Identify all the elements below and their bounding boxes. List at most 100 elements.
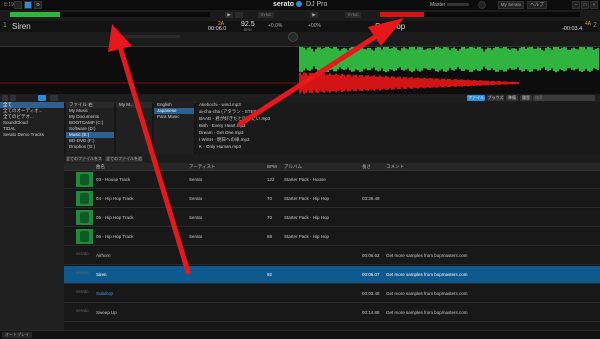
vinyl-icon[interactable] xyxy=(288,32,298,42)
my-serato-button[interactable]: My Serato xyxy=(498,1,524,9)
serato-art-icon: serato xyxy=(76,308,89,313)
close-icon[interactable]: × xyxy=(590,1,598,9)
cell-length: 00:14.88 xyxy=(362,310,380,315)
play-icon[interactable]: ▶ xyxy=(225,12,233,18)
deck-right-info: +00% Subdrop 4A -00:03.4 2 xyxy=(300,21,600,32)
play-icon[interactable]: ▶ xyxy=(310,12,318,18)
album-art-icon xyxy=(76,191,93,206)
folders-panel: English Japanese Para Music xyxy=(154,102,194,162)
brand-text: serato xyxy=(273,1,295,8)
column-length[interactable]: 長さ xyxy=(362,163,371,170)
sync-button-right[interactable]: SYNC xyxy=(345,12,361,18)
cue-button[interactable] xyxy=(235,12,243,18)
table-row[interactable]: serato Airhorn 00:06.62 Get more samples fr… xyxy=(64,247,600,265)
cell-title: 03 - House Track xyxy=(96,177,131,182)
file-item[interactable]: K - Only Human.mp3 xyxy=(196,144,600,151)
table-row[interactable]: 06 - Hip Hop Track Serato 68 Starter Pack -… xyxy=(64,228,600,246)
search-input[interactable] xyxy=(533,95,595,101)
table-row[interactable]: serato Sweep Up 00:14.88 Get more samples f… xyxy=(64,304,600,322)
table-row[interactable]: 05 - Hip Hop Track Serato 70 Starter Pack -… xyxy=(64,209,600,227)
cell-title: 04 - Hip Hop Track xyxy=(96,196,134,201)
waveform-area[interactable] xyxy=(0,46,600,96)
sync-button-left[interactable]: SYNC xyxy=(258,12,274,18)
deck-left-pitch: +0.0% xyxy=(268,23,283,29)
gear-icon[interactable]: ⚙ xyxy=(34,1,42,9)
table-row[interactable]: serato Subdrop 00:03.48 Get more samples fr… xyxy=(64,285,600,303)
browse-button[interactable]: ブラウズ xyxy=(487,95,504,101)
deck-number-1: 1 xyxy=(3,22,7,29)
deck-left-elapsed: 00:06.0 xyxy=(208,26,227,32)
layout-button[interactable] xyxy=(14,1,22,9)
album-view-icon[interactable] xyxy=(50,95,58,101)
cell-bpm: 70 xyxy=(267,196,273,201)
serato-art-icon: serato xyxy=(76,251,89,256)
master-volume-slider[interactable] xyxy=(447,3,469,6)
deck-view-button[interactable] xyxy=(24,1,32,9)
table-row[interactable]: 04 - Hip Hop Track Serato 70 Starter Pack -… xyxy=(64,190,600,208)
album-art-icon xyxy=(76,210,93,225)
autoplay-button[interactable]: オートプレイ xyxy=(2,332,32,338)
cell-title: Siren xyxy=(96,272,107,277)
cell-artist: Serato xyxy=(189,196,203,201)
cell-bpm: 122 xyxy=(267,177,275,182)
table-row[interactable]: 03 - House Track Serato 122 Starter Pack - … xyxy=(64,171,600,189)
add-files-button[interactable]: 全てのファイルを追加 xyxy=(105,156,143,167)
prepare-button[interactable]: 準備 xyxy=(506,95,518,101)
files-button[interactable]: ファイル xyxy=(467,95,485,101)
help-button[interactable]: ヘルプ xyxy=(527,1,547,9)
file-item[interactable]: Bish - Every Heart.mp3 xyxy=(196,123,600,130)
cell-title: 05 - Hip Hop Track xyxy=(96,215,134,220)
scan-files-button[interactable]: 全てのファイルをスキャン xyxy=(66,156,102,167)
add-subcrate-icon[interactable] xyxy=(10,95,16,101)
cell-title: Sweep Up xyxy=(96,310,117,315)
serato-art-icon: serato xyxy=(76,289,89,294)
deck-right: SYNC ▶ +00% Subdrop 4A -00:03.4 2 xyxy=(300,10,600,46)
cell-artist: Serato xyxy=(189,177,203,182)
cell-artist: Serato xyxy=(189,234,203,239)
table-row[interactable]: serato Siren 92 00:06.07 Get more samples fr… xyxy=(64,266,600,284)
cell-album: Starter Pack - House xyxy=(284,177,326,182)
crate-item[interactable]: Serato Demo Tracks xyxy=(0,132,64,138)
cell-title: Airhorn xyxy=(96,253,111,258)
column-comment[interactable]: コメント xyxy=(386,163,404,170)
deck-right-key: 4A xyxy=(585,21,592,27)
drive-item[interactable]: Dropbox (G:) xyxy=(66,144,114,150)
deck-right-remaining: -00:03.4 xyxy=(562,26,583,32)
file-item[interactable]: BAAD - 君が好きだと叫びたい.mp3 xyxy=(196,116,600,123)
deck-left-overview[interactable] xyxy=(10,12,210,17)
file-item[interactable]: Akebochi - wind.mp3 xyxy=(196,102,600,109)
deck-left-title: Siren xyxy=(12,22,31,31)
column-title[interactable]: 曲名 xyxy=(96,163,105,170)
user-icon[interactable] xyxy=(478,1,486,9)
green-waveform xyxy=(299,47,599,73)
deck-right-overview[interactable] xyxy=(380,12,580,17)
deck-left: ▶ SYNC 1 Siren 2A 92.5 BPM 00:06.0 +0.0% xyxy=(0,10,300,46)
list-view-icon[interactable] xyxy=(38,95,46,101)
deck-left-bpm-unit: BPM xyxy=(244,28,252,32)
master-label: Master xyxy=(430,2,446,8)
minimize-icon[interactable]: – xyxy=(572,1,580,9)
cell-bpm: 92 xyxy=(267,272,273,277)
waveform-svg xyxy=(0,47,599,95)
add-crate-icon[interactable] xyxy=(2,95,8,101)
album-art-icon xyxy=(76,229,93,244)
cell-comment: Get more samples from bopmasters.com xyxy=(386,310,468,315)
cell-length: 00:06.62 xyxy=(362,253,380,258)
column-album[interactable]: アルバム xyxy=(284,163,302,170)
cell-comment: Get more samples from bopmasters.com xyxy=(386,272,468,277)
deck-left-pitch-slider[interactable] xyxy=(120,35,180,38)
folder-item[interactable]: Para Music xyxy=(154,114,194,120)
history-button[interactable]: 履歴 xyxy=(520,95,532,101)
column-bpm[interactable]: BPM xyxy=(267,163,277,170)
folders-panel-left: My M... xyxy=(116,102,152,162)
cell-artist: Serato xyxy=(189,215,203,220)
maximize-icon[interactable]: □ xyxy=(581,1,589,9)
album-art-icon xyxy=(76,172,93,187)
crates-panel: 全て 全てのオーディオ... 全てのビデオ... SoundCloud TIDAL Ser… xyxy=(0,102,64,330)
file-item[interactable]: ai-cha-cha (アタラン - STEP...) xyxy=(196,109,600,116)
file-item[interactable]: I WiSH - 明日への扉.mp3 xyxy=(196,137,600,144)
column-artist[interactable]: アーティスト xyxy=(189,163,215,170)
cell-album: Starter Pack - Hip Hop xyxy=(284,234,330,239)
file-item[interactable]: Dream - Get One.mp3 xyxy=(196,130,600,137)
library-header: 曲名 アーティスト BPM アルバム 長さ コメント xyxy=(64,163,600,171)
